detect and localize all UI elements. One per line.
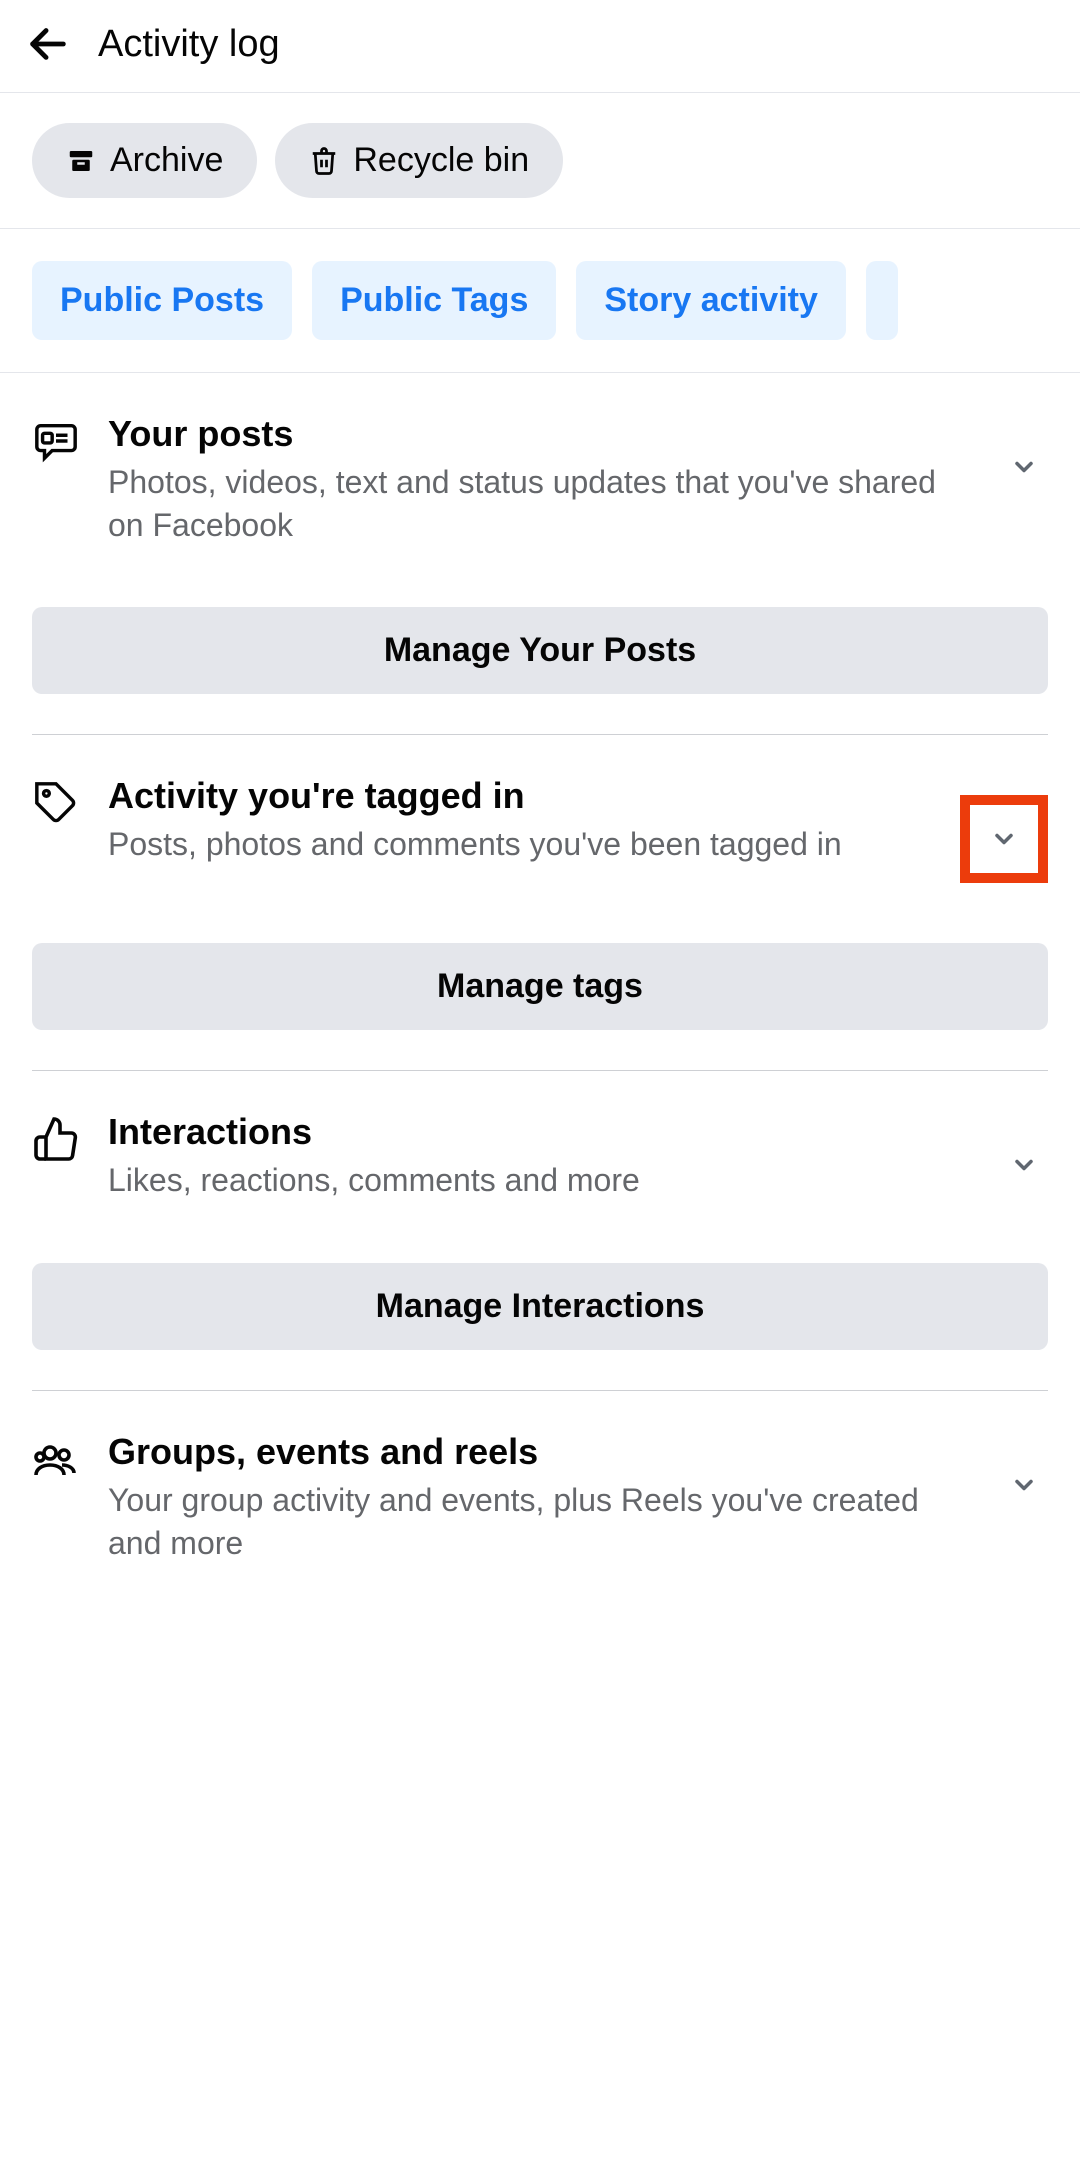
archive-icon <box>66 146 96 176</box>
row-tagged[interactable]: Activity you're tagged in Posts, photos … <box>32 775 1048 883</box>
tab-public-tags[interactable]: Public Tags <box>312 261 556 340</box>
chevron-down-icon <box>1010 453 1038 481</box>
groups-subtitle: Your group activity and events, plus Ree… <box>108 1479 972 1565</box>
section-groups-events-reels: Groups, events and reels Your group acti… <box>0 1391 1080 1605</box>
page-title: Activity log <box>98 23 280 66</box>
interactions-title: Interactions <box>108 1111 972 1153</box>
manage-tags-button[interactable]: Manage tags <box>32 943 1048 1030</box>
thumbs-up-icon <box>32 1115 80 1163</box>
expand-your-posts[interactable] <box>1000 443 1048 491</box>
section-your-posts: Your posts Photos, videos, text and stat… <box>0 373 1080 694</box>
groups-title: Groups, events and reels <box>108 1431 972 1473</box>
archive-button[interactable]: Archive <box>32 123 257 198</box>
expand-groups[interactable] <box>1000 1461 1048 1509</box>
speech-bubble-icon <box>32 417 80 465</box>
section-tagged: Activity you're tagged in Posts, photos … <box>0 735 1080 1030</box>
back-button[interactable] <box>24 20 72 68</box>
arrow-left-icon <box>25 21 71 67</box>
chevron-down-icon <box>1010 1471 1038 1499</box>
recycle-bin-label: Recycle bin <box>353 141 529 180</box>
chevron-down-icon <box>990 825 1018 853</box>
header: Activity log <box>0 0 1080 93</box>
manage-your-posts-button[interactable]: Manage Your Posts <box>32 607 1048 694</box>
row-your-posts[interactable]: Your posts Photos, videos, text and stat… <box>32 413 1048 547</box>
tag-icon <box>32 779 80 827</box>
tab-story-activity[interactable]: Story activity <box>576 261 846 340</box>
tab-more[interactable] <box>866 261 898 340</box>
expand-interactions[interactable] <box>1000 1141 1048 1189</box>
action-bar: Archive Recycle bin <box>0 93 1080 229</box>
group-icon <box>32 1435 80 1483</box>
recycle-bin-button[interactable]: Recycle bin <box>275 123 563 198</box>
filter-tabs: Public Posts Public Tags Story activity <box>0 229 1080 373</box>
manage-interactions-button[interactable]: Manage Interactions <box>32 1263 1048 1350</box>
trash-icon <box>309 145 339 177</box>
your-posts-subtitle: Photos, videos, text and status updates … <box>108 461 972 547</box>
your-posts-title: Your posts <box>108 413 972 455</box>
section-interactions: Interactions Likes, reactions, comments … <box>0 1071 1080 1349</box>
expand-tagged-highlight[interactable] <box>960 795 1048 883</box>
interactions-subtitle: Likes, reactions, comments and more <box>108 1159 972 1202</box>
tagged-title: Activity you're tagged in <box>108 775 932 817</box>
tagged-subtitle: Posts, photos and comments you've been t… <box>108 823 932 866</box>
chevron-down-icon <box>1010 1151 1038 1179</box>
tab-public-posts[interactable]: Public Posts <box>32 261 292 340</box>
row-interactions[interactable]: Interactions Likes, reactions, comments … <box>32 1111 1048 1202</box>
archive-label: Archive <box>110 141 223 180</box>
row-groups[interactable]: Groups, events and reels Your group acti… <box>32 1431 1048 1565</box>
